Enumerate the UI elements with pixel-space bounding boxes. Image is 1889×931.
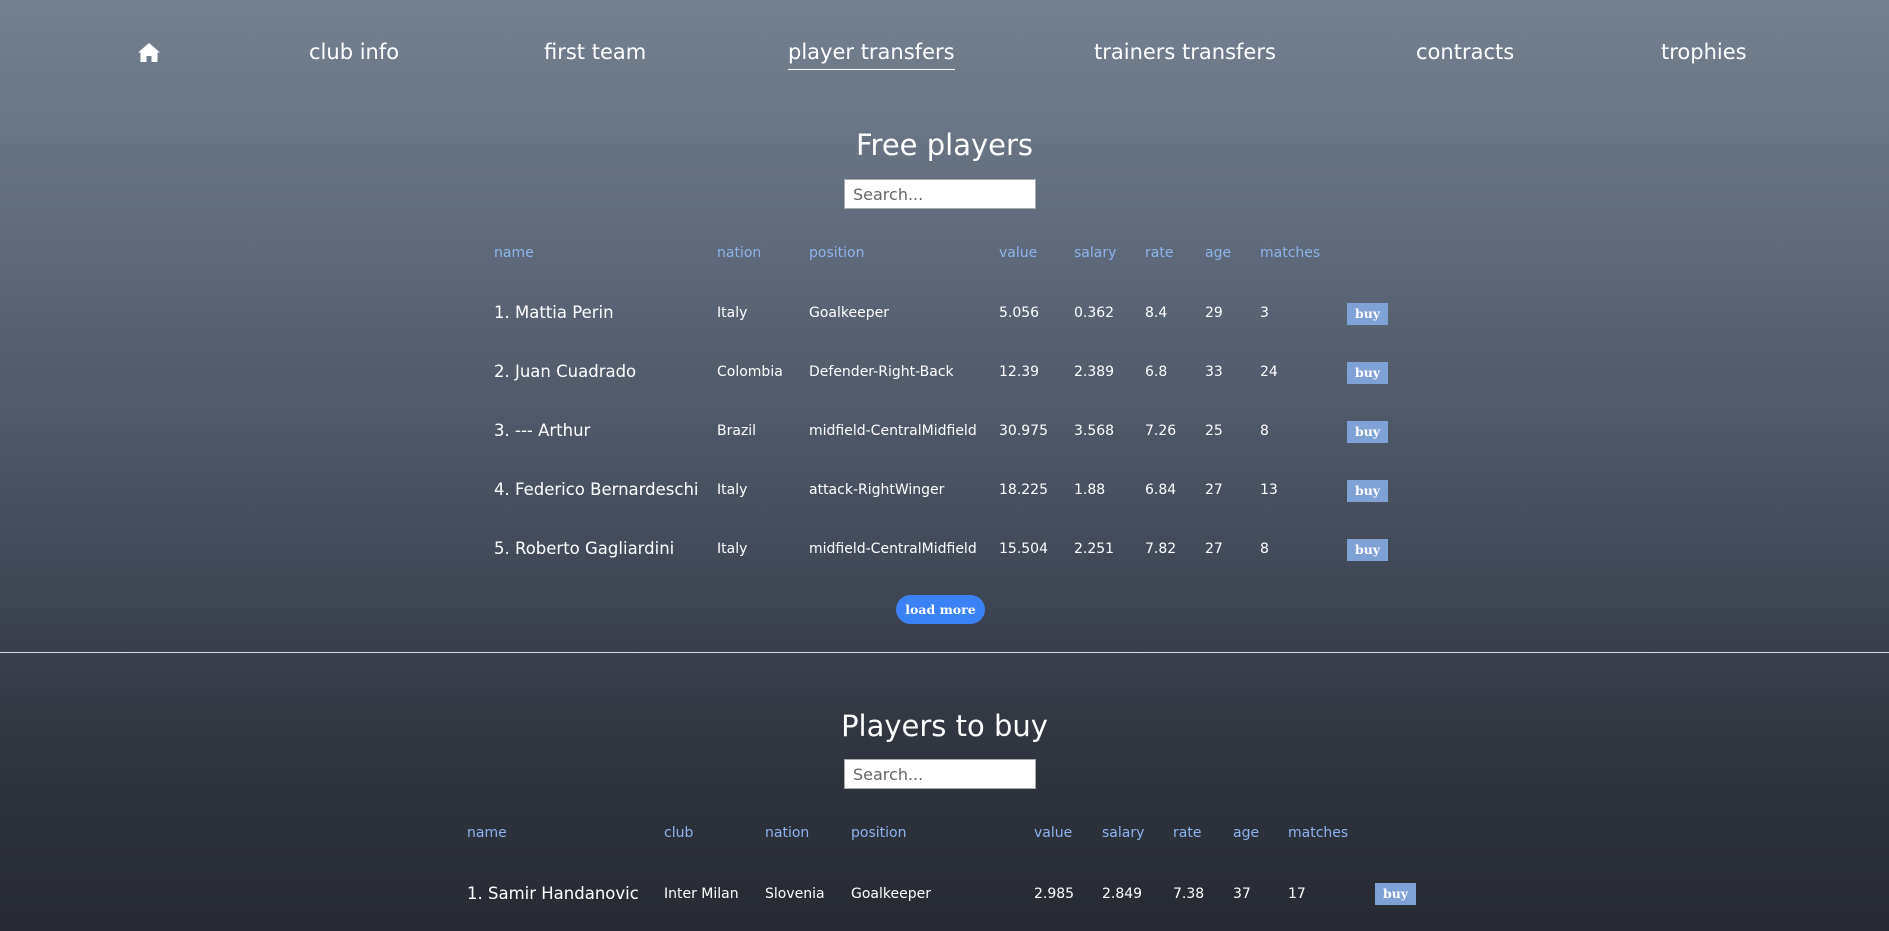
col-header-age: age — [1205, 245, 1232, 261]
player-position: Goalkeeper — [809, 305, 889, 321]
free-players-search-input[interactable] — [844, 179, 1036, 209]
col-header-rate: rate — [1173, 825, 1202, 841]
col-header-salary: salary — [1102, 825, 1145, 841]
player-matches: 17 — [1288, 886, 1306, 902]
player-position: attack-RightWinger — [809, 482, 945, 498]
player-salary: 2.251 — [1074, 541, 1115, 557]
player-matches: 8 — [1260, 423, 1269, 439]
player-age: 27 — [1205, 482, 1223, 498]
nav-first-team[interactable]: first team — [544, 38, 646, 66]
player-rate: 8.4 — [1145, 305, 1168, 321]
col-header-position: position — [809, 245, 865, 261]
player-age: 27 — [1205, 541, 1223, 557]
nav-club-info[interactable]: club info — [309, 38, 399, 66]
player-rate: 6.84 — [1145, 482, 1177, 498]
nav-contracts[interactable]: contracts — [1416, 38, 1514, 66]
col-header-age: age — [1233, 825, 1260, 841]
player-age: 29 — [1205, 305, 1223, 321]
player-position: midfield-CentralMidfield — [809, 541, 977, 557]
col-header-value: value — [999, 245, 1038, 261]
buy-button[interactable]: buy — [1347, 303, 1388, 325]
player-name: 5. Roberto Gagliardini — [494, 539, 675, 558]
players-to-buy-search-input[interactable] — [844, 759, 1036, 789]
player-value: 5.056 — [999, 305, 1040, 321]
player-rate: 6.8 — [1145, 364, 1168, 380]
player-rate: 7.82 — [1145, 541, 1177, 557]
player-value: 12.39 — [999, 364, 1040, 380]
player-rate: 7.26 — [1145, 423, 1177, 439]
col-header-matches: matches — [1288, 825, 1349, 841]
home-icon[interactable] — [137, 42, 161, 63]
buy-button[interactable]: buy — [1347, 539, 1388, 561]
player-salary: 1.88 — [1074, 482, 1106, 498]
col-header-value: value — [1034, 825, 1073, 841]
top-nav: club info first team player transfers tr… — [0, 0, 1889, 100]
player-value: 18.225 — [999, 482, 1048, 498]
player-nation: Italy — [717, 305, 748, 321]
buy-button[interactable]: buy — [1347, 362, 1388, 384]
player-club: Inter Milan — [664, 886, 739, 902]
player-name: 1. Mattia Perin — [494, 303, 614, 322]
section-divider — [0, 652, 1889, 653]
player-matches: 8 — [1260, 541, 1269, 557]
col-header-rate: rate — [1145, 245, 1174, 261]
player-nation: Brazil — [717, 423, 757, 439]
player-age: 37 — [1233, 886, 1251, 902]
player-salary: 2.849 — [1102, 886, 1143, 902]
buy-button[interactable]: buy — [1347, 480, 1388, 502]
col-header-name: name — [494, 245, 534, 261]
col-header-position: position — [851, 825, 907, 841]
player-salary: 3.568 — [1074, 423, 1115, 439]
players-to-buy-title: Players to buy — [841, 709, 1048, 743]
nav-player-transfers[interactable]: player transfers — [788, 38, 955, 70]
nav-trophies[interactable]: trophies — [1661, 38, 1747, 66]
player-nation: Italy — [717, 541, 748, 557]
nav-trainers-transfers[interactable]: trainers transfers — [1094, 38, 1276, 66]
player-position: midfield-CentralMidfield — [809, 423, 977, 439]
load-more-button[interactable]: load more — [896, 595, 985, 624]
player-position: Goalkeeper — [851, 886, 931, 902]
player-salary: 2.389 — [1074, 364, 1115, 380]
col-header-nation: nation — [717, 245, 762, 261]
player-nation: Italy — [717, 482, 748, 498]
player-nation: Colombia — [717, 364, 783, 380]
player-age: 25 — [1205, 423, 1223, 439]
player-name: 2. Juan Cuadrado — [494, 362, 637, 381]
player-name: 1. Samir Handanovic — [467, 884, 639, 903]
buy-button[interactable]: buy — [1375, 883, 1416, 905]
player-value: 2.985 — [1034, 886, 1075, 902]
player-nation: Slovenia — [765, 886, 825, 902]
player-matches: 3 — [1260, 305, 1269, 321]
col-header-club: club — [664, 825, 694, 841]
player-value: 30.975 — [999, 423, 1048, 439]
col-header-salary: salary — [1074, 245, 1117, 261]
player-name: 4. Federico Bernardeschi — [494, 480, 699, 499]
player-matches: 24 — [1260, 364, 1278, 380]
player-position: Defender-Right-Back — [809, 364, 954, 380]
player-value: 15.504 — [999, 541, 1048, 557]
player-rate: 7.38 — [1173, 886, 1205, 902]
player-matches: 13 — [1260, 482, 1278, 498]
player-name: 3. --- Arthur — [494, 421, 591, 440]
col-header-matches: matches — [1260, 245, 1321, 261]
buy-button[interactable]: buy — [1347, 421, 1388, 443]
free-players-title: Free players — [855, 128, 1034, 162]
player-salary: 0.362 — [1074, 305, 1115, 321]
col-header-name: name — [467, 825, 507, 841]
col-header-nation: nation — [765, 825, 810, 841]
player-age: 33 — [1205, 364, 1223, 380]
